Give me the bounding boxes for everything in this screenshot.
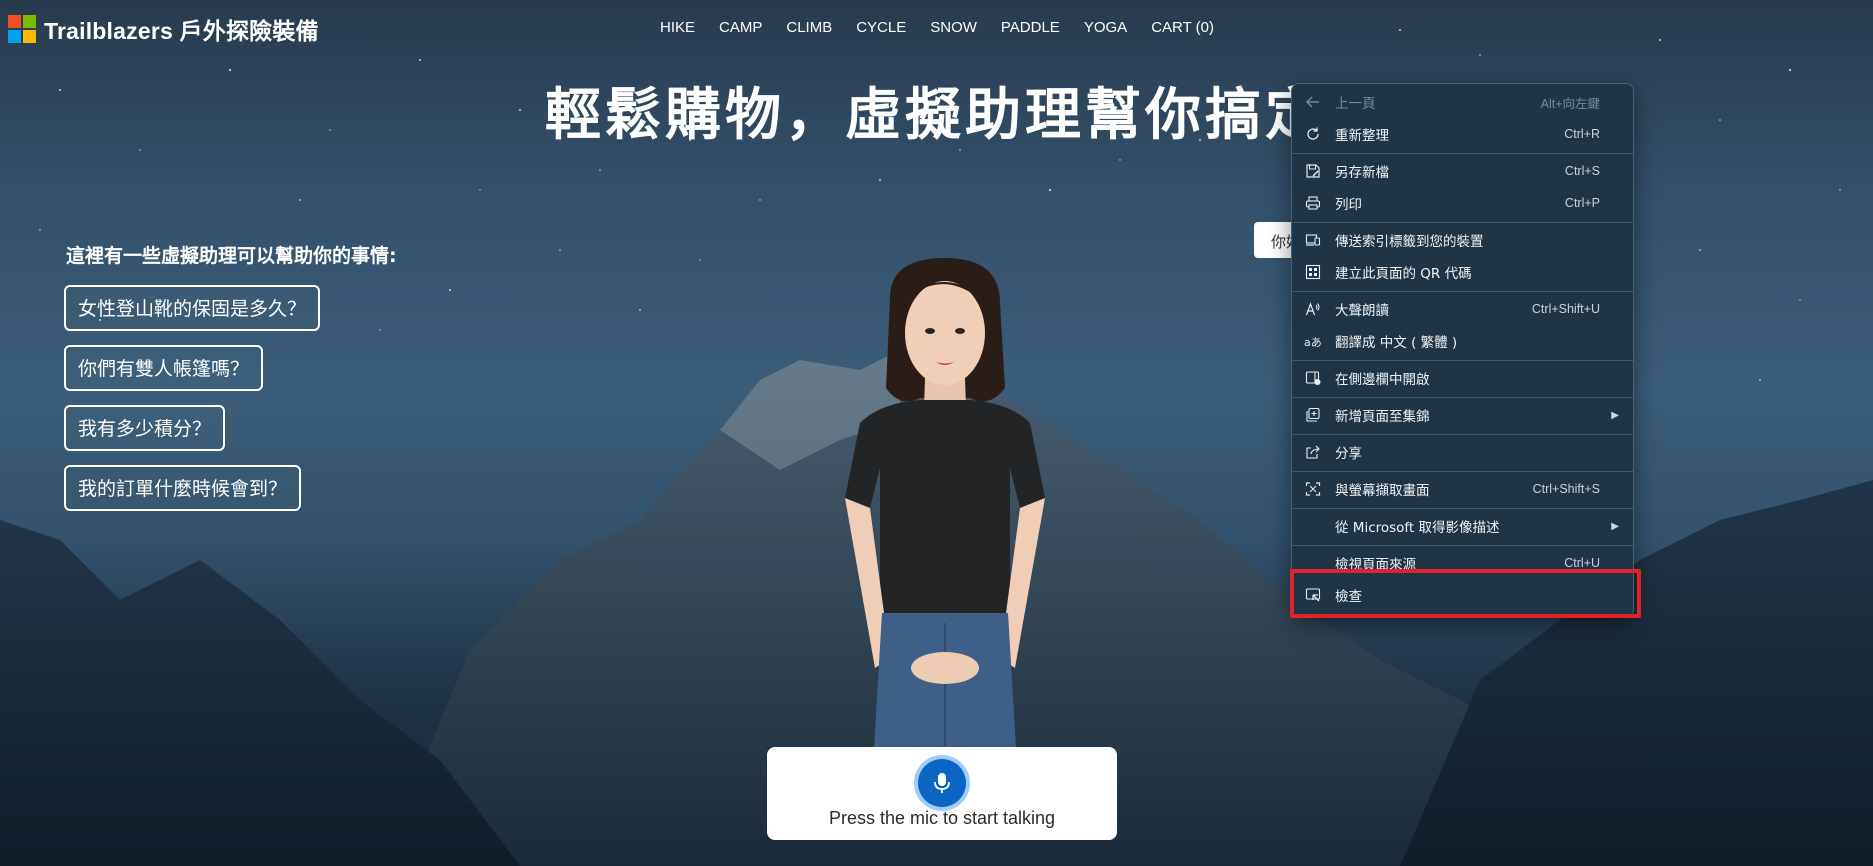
main-nav: HIKE CAMP CLIMB CYCLE SNOW PADDLE YOGA C… xyxy=(660,19,1238,36)
nav-camp[interactable]: CAMP xyxy=(719,19,762,36)
menu-item-refresh[interactable]: 重新整理 Ctrl+R xyxy=(1292,119,1633,149)
menu-item-label: 傳送索引標籤到您的裝置 xyxy=(1335,234,1484,250)
menu-item-shortcut: Ctrl+U xyxy=(1564,556,1600,570)
menu-item-label: 從 Microsoft 取得影像描述 xyxy=(1335,520,1500,536)
menu-item-label: 列印 xyxy=(1335,197,1362,213)
menu-separator xyxy=(1292,508,1633,509)
menu-item-label: 新增頁面至集錦 xyxy=(1335,409,1430,425)
virtual-assistant-avatar xyxy=(845,258,1045,748)
refresh-icon xyxy=(1304,125,1322,143)
suggestion-warranty[interactable]: 女性登山靴的保固是多久？ xyxy=(64,285,321,331)
menu-separator xyxy=(1292,434,1633,435)
menu-item-open-sidebar[interactable]: 在側邊欄中開啟 xyxy=(1292,363,1633,393)
helper-title: 這裡有一些虛擬助理可以幫助你的事情: xyxy=(66,245,397,267)
suggestion-points[interactable]: 我有多少積分？ xyxy=(64,405,226,451)
hero-title: 輕鬆購物，虛擬助理幫你搞定 xyxy=(545,83,1325,148)
mic-button[interactable] xyxy=(918,759,966,807)
menu-item-view-source[interactable]: 檢視頁面來源 Ctrl+U xyxy=(1292,548,1633,578)
menu-separator xyxy=(1292,153,1633,154)
collections-icon xyxy=(1304,406,1322,424)
menu-item-inspect[interactable]: 檢查 xyxy=(1292,580,1633,610)
mic-panel: Press the mic to start talking xyxy=(767,747,1117,840)
sidebar-icon xyxy=(1304,369,1322,387)
menu-separator xyxy=(1292,360,1633,361)
nav-cycle[interactable]: CYCLE xyxy=(856,19,906,36)
menu-item-shortcut: Ctrl+P xyxy=(1564,196,1600,210)
svg-text:aあ: aあ xyxy=(1304,336,1322,349)
menu-item-label: 檢查 xyxy=(1335,589,1362,605)
suggestion-list: 女性登山靴的保固是多久？ 你們有雙人帳篷嗎？ 我有多少積分？ 我的訂單什麼時候會… xyxy=(64,285,321,511)
nav-paddle[interactable]: PADDLE xyxy=(1001,19,1060,36)
menu-item-shortcut: Ctrl+Shift+U xyxy=(1531,302,1600,316)
mic-instructions: Press the mic to start talking xyxy=(828,808,1056,828)
nav-climb[interactable]: CLIMB xyxy=(786,19,832,36)
menu-item-label: 與螢幕擷取畫面 xyxy=(1335,483,1430,499)
menu-separator xyxy=(1292,545,1633,546)
nav-cart[interactable]: CART (0) xyxy=(1151,19,1214,36)
menu-item-label: 檢視頁面來源 xyxy=(1335,557,1416,573)
menu-separator xyxy=(1292,471,1633,472)
menu-item-shortcut: Alt+向左鍵 xyxy=(1540,96,1600,111)
suggestion-order-arrival[interactable]: 我的訂單什麼時候會到？ xyxy=(64,465,302,511)
send-tab-icon xyxy=(1304,231,1322,249)
menu-item-label: 建立此頁面的 QR 代碼 xyxy=(1335,266,1472,282)
menu-item-screenshot[interactable]: 與螢幕擷取畫面 Ctrl+Shift+S xyxy=(1292,474,1633,504)
menu-separator xyxy=(1292,291,1633,292)
menu-item-back[interactable]: 上一頁 Alt+向左鍵 xyxy=(1292,87,1633,117)
microphone-icon xyxy=(934,773,950,793)
qr-code-icon xyxy=(1304,263,1322,281)
menu-item-label: 分享 xyxy=(1335,446,1362,462)
submenu-chevron-icon: ▶ xyxy=(1611,409,1619,421)
submenu-chevron-icon: ▶ xyxy=(1611,520,1619,532)
menu-item-share[interactable]: 分享 xyxy=(1292,437,1633,467)
back-arrow-icon xyxy=(1304,93,1322,111)
suggestion-tent[interactable]: 你們有雙人帳篷嗎？ xyxy=(64,345,264,391)
menu-item-read-aloud[interactable]: 大聲朗讀 Ctrl+Shift+U xyxy=(1292,294,1633,324)
microsoft-logo-icon xyxy=(8,15,36,43)
brand-name: Trailblazers 戶外探險裝備 xyxy=(44,18,319,44)
menu-item-shortcut: Ctrl+R xyxy=(1564,127,1600,141)
menu-item-shortcut: Ctrl+S xyxy=(1564,164,1600,178)
menu-item-image-description[interactable]: 從 Microsoft 取得影像描述 ▶ xyxy=(1292,511,1633,541)
brand[interactable]: Trailblazers 戶外探險裝備 xyxy=(8,12,319,46)
menu-item-translate[interactable]: aあ 翻譯成 中文 ( 繁體 ) xyxy=(1292,326,1633,356)
context-menu: 上一頁 Alt+向左鍵 重新整理 Ctrl+R 另存新檔 Ctrl+S 列印 C… xyxy=(1291,83,1634,617)
menu-item-print[interactable]: 列印 Ctrl+P xyxy=(1292,188,1633,218)
save-as-icon xyxy=(1304,162,1322,180)
menu-item-label: 另存新檔 xyxy=(1335,165,1389,181)
nav-snow[interactable]: SNOW xyxy=(930,19,977,36)
menu-item-label: 上一頁 xyxy=(1335,96,1376,112)
nav-yoga[interactable]: YOGA xyxy=(1084,19,1127,36)
menu-item-add-to-collections[interactable]: 新增頁面至集錦 ▶ xyxy=(1292,400,1633,430)
share-icon xyxy=(1304,443,1322,461)
menu-item-label: 翻譯成 中文 ( 繁體 ) xyxy=(1335,335,1458,351)
menu-item-send-tab[interactable]: 傳送索引標籤到您的裝置 xyxy=(1292,225,1633,255)
menu-item-label: 在側邊欄中開啟 xyxy=(1335,372,1430,388)
screenshot-icon xyxy=(1304,480,1322,498)
menu-item-shortcut: Ctrl+Shift+S xyxy=(1532,482,1600,496)
menu-item-qr-code[interactable]: 建立此頁面的 QR 代碼 xyxy=(1292,257,1633,287)
menu-separator xyxy=(1292,397,1633,398)
read-aloud-icon xyxy=(1304,300,1322,318)
translate-icon: aあ xyxy=(1304,332,1322,350)
menu-item-label: 大聲朗讀 xyxy=(1335,303,1389,319)
inspect-icon xyxy=(1304,586,1322,604)
menu-item-label: 重新整理 xyxy=(1335,128,1389,144)
menu-item-save-as[interactable]: 另存新檔 Ctrl+S xyxy=(1292,156,1633,186)
printer-icon xyxy=(1304,194,1322,212)
nav-hike[interactable]: HIKE xyxy=(660,19,695,36)
menu-separator xyxy=(1292,222,1633,223)
